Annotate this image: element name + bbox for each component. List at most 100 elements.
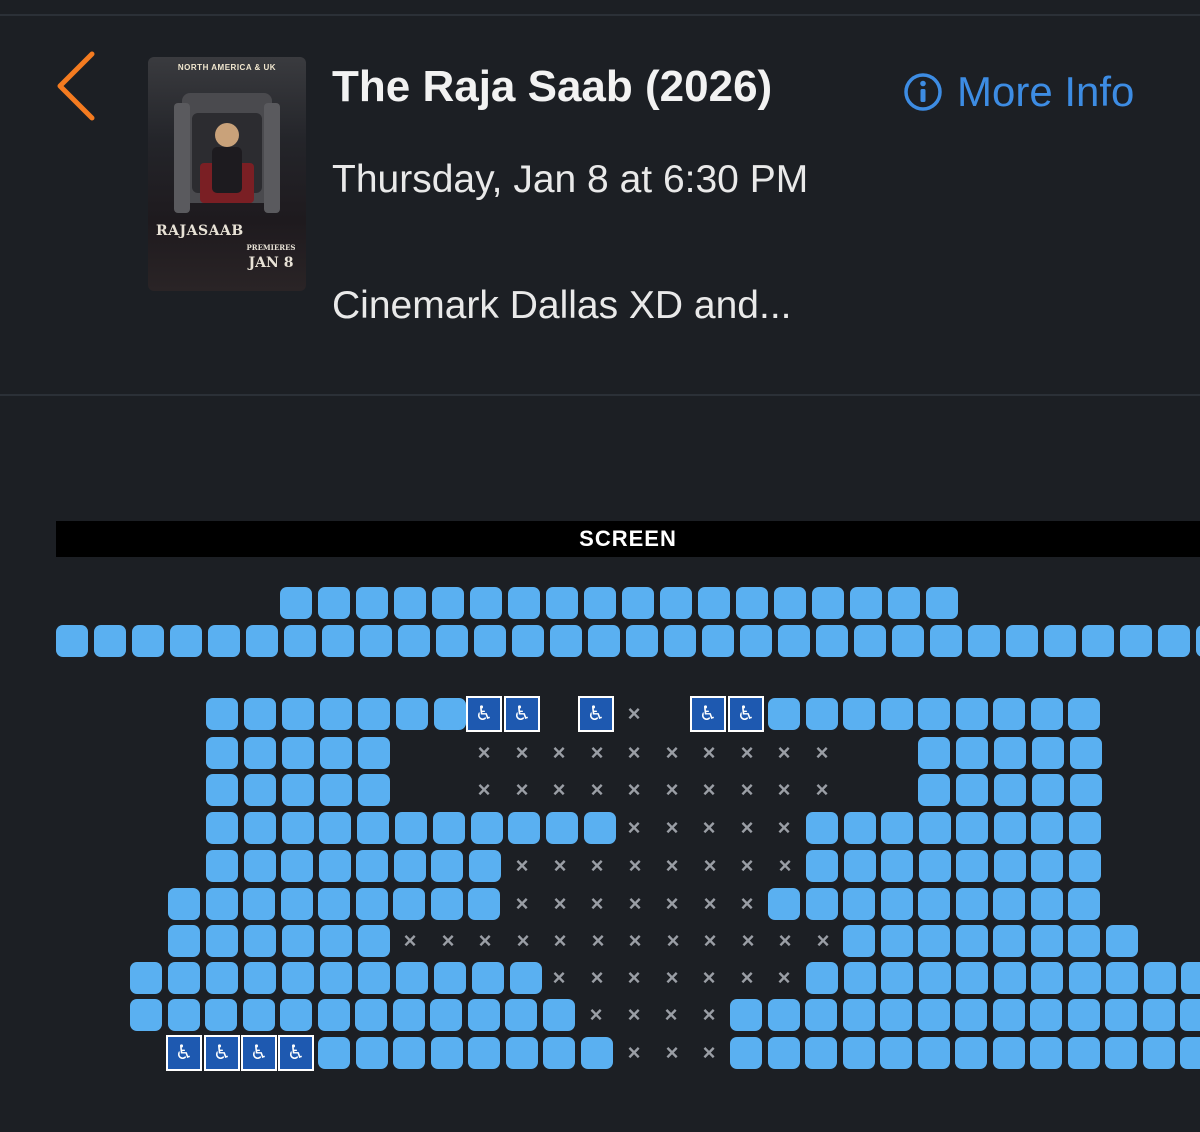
- seat-available[interactable]: [1031, 850, 1063, 882]
- seat-available[interactable]: [881, 698, 913, 730]
- seat-available[interactable]: [546, 812, 578, 844]
- seat-available[interactable]: [244, 962, 276, 994]
- seat-available[interactable]: [282, 774, 314, 806]
- seat-available[interactable]: [1069, 962, 1101, 994]
- seat-available[interactable]: [993, 1037, 1025, 1069]
- seat-available[interactable]: [994, 850, 1026, 882]
- seat-available[interactable]: [956, 774, 988, 806]
- seat-available[interactable]: [512, 625, 544, 657]
- seat-available[interactable]: [469, 850, 501, 882]
- seat-available[interactable]: [918, 999, 950, 1031]
- seat-available[interactable]: [356, 888, 388, 920]
- wheelchair-seat[interactable]: ♿: [504, 696, 540, 732]
- seat-available[interactable]: [320, 698, 352, 730]
- seat-available[interactable]: [806, 962, 838, 994]
- seat-available[interactable]: [320, 962, 352, 994]
- seat-available[interactable]: [919, 850, 951, 882]
- seat-available[interactable]: [581, 1037, 613, 1069]
- companion-seat[interactable]: ♿: [166, 1035, 202, 1071]
- seat-available[interactable]: [843, 999, 875, 1031]
- seat-available[interactable]: [774, 587, 806, 619]
- seat-available[interactable]: [206, 737, 238, 769]
- seat-available[interactable]: [1120, 625, 1152, 657]
- seat-available[interactable]: [468, 1037, 500, 1069]
- seat-available[interactable]: [1044, 625, 1076, 657]
- seat-available[interactable]: [543, 999, 575, 1031]
- seat-available[interactable]: [206, 850, 238, 882]
- seat-available[interactable]: [843, 698, 875, 730]
- seat-available[interactable]: [806, 850, 838, 882]
- seat-available[interactable]: [206, 812, 238, 844]
- seat-available[interactable]: [1031, 925, 1063, 957]
- seat-available[interactable]: [588, 625, 620, 657]
- seat-available[interactable]: [956, 737, 988, 769]
- seat-available[interactable]: [1180, 999, 1200, 1031]
- seat-available[interactable]: [543, 1037, 575, 1069]
- seat-available[interactable]: [768, 1037, 800, 1069]
- seat-available[interactable]: [1031, 812, 1063, 844]
- seat-available[interactable]: [206, 888, 238, 920]
- seat-available[interactable]: [993, 888, 1025, 920]
- seat-available[interactable]: [320, 925, 352, 957]
- seat-available[interactable]: [956, 698, 988, 730]
- seat-available[interactable]: [854, 625, 886, 657]
- seat-available[interactable]: [358, 962, 390, 994]
- seat-available[interactable]: [280, 587, 312, 619]
- seat-available[interactable]: [994, 962, 1026, 994]
- seat-available[interactable]: [319, 850, 351, 882]
- movie-poster[interactable]: NORTH AMERICA & UK RAJASAAB PREMIERES JA…: [148, 57, 306, 291]
- seat-available[interactable]: [282, 698, 314, 730]
- seat-available[interactable]: [1031, 698, 1063, 730]
- seat-available[interactable]: [432, 587, 464, 619]
- seat-available[interactable]: [244, 925, 276, 957]
- seat-available[interactable]: [1158, 625, 1190, 657]
- seat-available[interactable]: [358, 925, 390, 957]
- seat-available[interactable]: [1031, 888, 1063, 920]
- seat-available[interactable]: [1106, 925, 1138, 957]
- seat-available[interactable]: [881, 812, 913, 844]
- seat-available[interactable]: [468, 888, 500, 920]
- companion-seat[interactable]: ♿: [278, 1035, 314, 1071]
- seat-available[interactable]: [918, 888, 950, 920]
- seat-available[interactable]: [1032, 737, 1064, 769]
- seat-available[interactable]: [768, 999, 800, 1031]
- seat-available[interactable]: [844, 962, 876, 994]
- seat-available[interactable]: [968, 625, 1000, 657]
- seat-available[interactable]: [505, 999, 537, 1031]
- seat-available[interactable]: [1181, 962, 1200, 994]
- seat-available[interactable]: [396, 698, 428, 730]
- seat-available[interactable]: [433, 812, 465, 844]
- seat-available[interactable]: [1068, 999, 1100, 1031]
- seat-available[interactable]: [246, 625, 278, 657]
- seat-available[interactable]: [56, 625, 88, 657]
- seat-available[interactable]: [360, 625, 392, 657]
- seat-available[interactable]: [358, 737, 390, 769]
- seat-available[interactable]: [474, 625, 506, 657]
- seat-available[interactable]: [805, 999, 837, 1031]
- seat-available[interactable]: [664, 625, 696, 657]
- seat-available[interactable]: [318, 587, 350, 619]
- seat-available[interactable]: [320, 774, 352, 806]
- seat-available[interactable]: [622, 587, 654, 619]
- seat-available[interactable]: [244, 812, 276, 844]
- seat-available[interactable]: [94, 625, 126, 657]
- seat-available[interactable]: [395, 812, 427, 844]
- seat-available[interactable]: [356, 850, 388, 882]
- seat-available[interactable]: [281, 850, 313, 882]
- seat-available[interactable]: [993, 999, 1025, 1031]
- seat-available[interactable]: [396, 962, 428, 994]
- seat-available[interactable]: [322, 625, 354, 657]
- seat-available[interactable]: [205, 999, 237, 1031]
- seat-available[interactable]: [888, 587, 920, 619]
- seat-available[interactable]: [926, 587, 958, 619]
- seat-available[interactable]: [1143, 999, 1175, 1031]
- seat-available[interactable]: [778, 625, 810, 657]
- seat-available[interactable]: [357, 812, 389, 844]
- seat-available[interactable]: [740, 625, 772, 657]
- seat-available[interactable]: [434, 698, 466, 730]
- seat-available[interactable]: [1030, 1037, 1062, 1069]
- seat-available[interactable]: [356, 1037, 388, 1069]
- seat-available[interactable]: [471, 812, 503, 844]
- seat-available[interactable]: [919, 962, 951, 994]
- seat-available[interactable]: [282, 925, 314, 957]
